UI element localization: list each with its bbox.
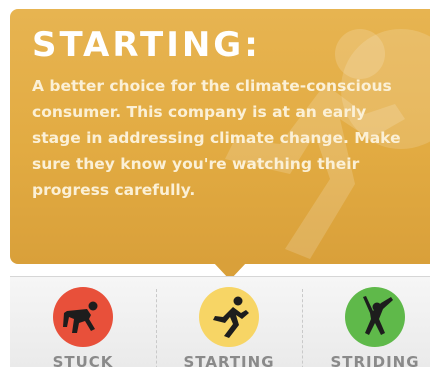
stuck-runner-icon xyxy=(63,301,98,333)
striding-runner-icon xyxy=(363,296,393,335)
stuck-badge xyxy=(53,287,113,347)
stage-tooltip: STARTING: A better choice for the climat… xyxy=(10,9,430,264)
stage-label-striding: STRIDING xyxy=(330,353,420,367)
tooltip-title: STARTING: xyxy=(32,25,261,65)
stage-stuck[interactable]: STUCK xyxy=(10,277,156,367)
stage-striding[interactable]: STRIDING xyxy=(302,277,430,367)
striding-badge xyxy=(345,287,405,347)
stage-scale: STUCK STARTING STRIDING xyxy=(10,276,430,367)
tooltip-description: A better choice for the climate-consciou… xyxy=(32,77,401,199)
stage-starting[interactable]: STARTING xyxy=(156,277,302,367)
stage-label-starting: STARTING xyxy=(183,353,275,367)
starting-runner-icon xyxy=(213,296,249,338)
starting-badge xyxy=(199,287,259,347)
stage-label-stuck: STUCK xyxy=(52,353,114,367)
